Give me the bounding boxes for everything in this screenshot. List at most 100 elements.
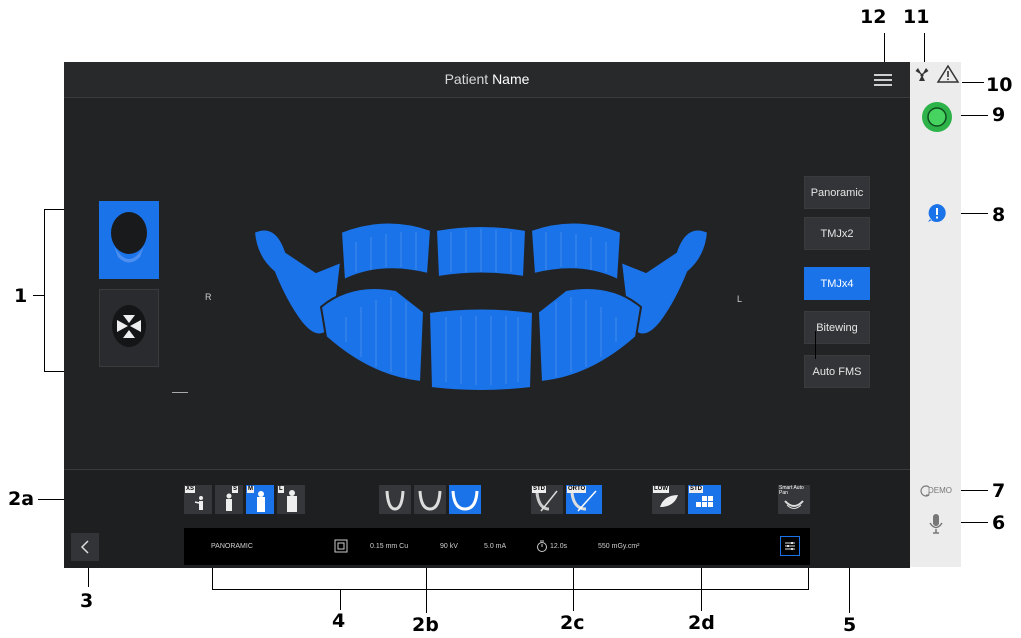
application-window: Patient Name R L Panoramic TMJx2 TMJx4 B… [64,62,910,568]
protocol-tmjx4[interactable]: TMJx4 [804,267,870,300]
dose-group: LOW STD [652,485,721,514]
protocol-auto-fms[interactable]: Auto FMS [804,355,870,388]
side-label-left: L [737,294,743,304]
smart-auto-pan-label: Smart Auto Pan [779,485,804,496]
message-icon[interactable] [927,203,947,223]
timer-icon [537,540,547,552]
bracket-4-h [212,589,809,590]
leader-6 [960,522,988,523]
bracket-4-r [808,567,809,590]
lower-center-region[interactable] [427,307,535,392]
dental-arch [252,221,710,392]
arch-wide-icon [451,490,479,511]
arch-shape-group [379,485,481,514]
callout-8: 8 [992,204,1006,226]
callout-9: 9 [992,104,1006,126]
callout-10: 10 [986,74,1013,96]
leader-1 [33,295,44,296]
bracket-1-top [44,209,64,210]
skull-tmj-icon [112,305,146,347]
hamburger-icon [874,74,892,76]
sliders-icon [785,542,795,550]
title-bar: Patient Name [64,62,910,98]
side-label-right: R [205,292,212,302]
smart-auto-pan-button[interactable]: Smart Auto Pan [778,485,810,514]
radiation-icon [915,68,929,81]
person-small-icon [226,493,232,511]
dose-low-button[interactable]: LOW [652,485,685,514]
leader-12 [884,33,885,63]
size-s-tag: S [232,486,239,493]
status-ma: 5.0 mA [484,543,507,550]
callout-7: 7 [992,480,1006,502]
callout-5: 5 [843,614,857,636]
thumb-underline [172,392,188,393]
title-prefix: Patient [444,71,489,87]
size-l-tag: L [278,486,284,493]
view-orto-button[interactable]: ORTO [566,485,602,514]
lower-left-region[interactable] [319,287,426,384]
status-filter: 0.15 mm Cu [370,543,409,550]
settings-button[interactable] [780,536,800,556]
leader-2a [38,499,53,500]
chevron-left-icon [80,540,89,554]
arch-medium-button[interactable] [414,485,446,514]
view-std-tag: STD [532,486,546,493]
callout-4: 4 [332,610,346,632]
protocol-panoramic[interactable]: Panoramic [804,176,870,209]
leader-9 [960,115,988,116]
size-l-button[interactable]: L [277,485,305,514]
protocol-leader [815,331,816,359]
status-mode: PANORAMIC [211,543,253,550]
bracket-1-bottom [44,371,64,372]
leader-7 [960,490,988,491]
power-button[interactable] [921,101,953,133]
view-orto-tag: ORTO [567,486,587,493]
back-button[interactable] [71,533,99,561]
callout-12: 12 [860,6,887,28]
patient-size-group: XS S M L [184,485,305,514]
callout-2d: 2d [688,612,715,634]
protocol-tmjx2[interactable]: TMJx2 [804,217,870,250]
page-title: Patient Name [64,71,910,87]
leader-4 [340,590,341,610]
collimator-icon [334,539,348,553]
bite-block-group: STD ORTO [531,485,602,514]
warning-icon[interactable] [936,64,960,84]
arch-medium-icon [418,490,442,511]
skull-icon [111,212,147,263]
size-m-tag: M [247,486,254,493]
callout-2c: 2c [560,612,585,634]
callout-2a: 2a [8,488,35,510]
arch-narrow-button[interactable] [379,485,411,514]
size-m-button[interactable]: M [246,485,274,514]
size-s-button[interactable]: S [215,485,243,514]
thumb-full-head[interactable] [99,201,159,279]
arch-narrow-icon [385,490,405,511]
thumb-tmj-view[interactable] [99,289,159,367]
right-control-strip: DEMO [910,62,961,567]
demo-label: DEMO [928,486,952,495]
arch-wide-button[interactable] [449,485,481,514]
status-kv: 90 kV [440,543,458,550]
patient-name: Name [492,71,530,87]
size-xs-tag: XS [185,486,196,493]
protocol-bitewing[interactable]: Bitewing [804,311,870,344]
leader-11 [924,33,925,63]
microphone-icon[interactable] [928,513,944,535]
dose-low-tag: LOW [653,486,669,493]
size-xs-button[interactable]: XS [184,485,212,514]
status-time: 12.0s [550,543,568,550]
callout-6: 6 [992,512,1006,534]
demo-button[interactable]: DEMO [919,481,959,501]
menu-button[interactable] [874,74,892,86]
lower-right-region[interactable] [536,287,643,384]
view-std-button[interactable]: STD [531,485,563,514]
status-dose: 550 mGy.cm² [598,543,640,550]
callout-2b: 2b [412,614,439,636]
callout-1: 1 [14,285,28,307]
leader-3 [88,567,89,587]
leader-10 [962,82,984,83]
dose-std-button[interactable]: STD [688,485,721,514]
dose-std-tag: STD [689,486,703,493]
